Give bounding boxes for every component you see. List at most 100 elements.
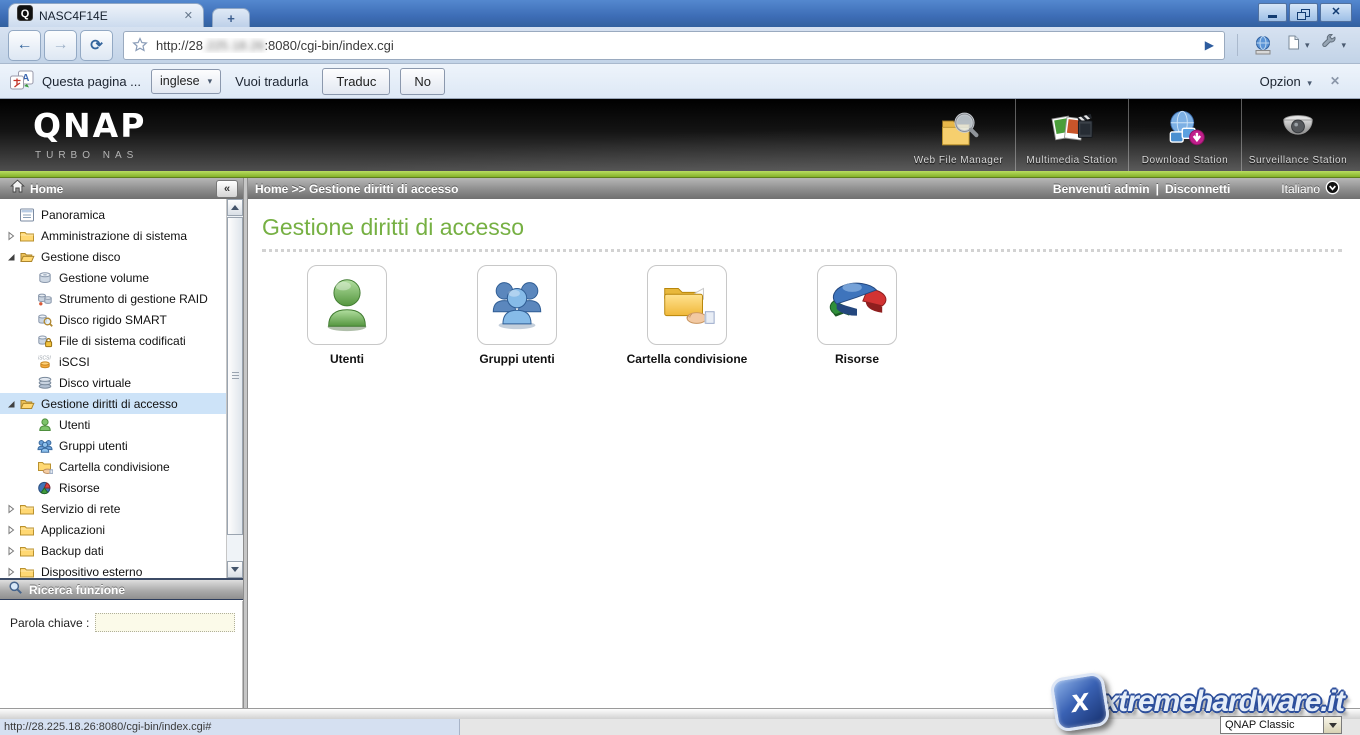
tree-item-label: iSCSI <box>59 355 90 369</box>
back-button[interactable]: ← <box>8 30 41 61</box>
keyword-label: Parola chiave : <box>10 616 89 630</box>
collapse-sidebar-button[interactable]: « <box>216 180 238 198</box>
scroll-down-button[interactable] <box>227 561 243 578</box>
station-download-station[interactable]: Download Station <box>1128 99 1241 171</box>
tree-item-gestione-disco[interactable]: Gestione disco <box>0 246 232 267</box>
close-button[interactable]: ✕ <box>1320 3 1352 22</box>
title-divider <box>262 248 1342 252</box>
station-surveillance-station[interactable]: Surveillance Station <box>1241 99 1354 171</box>
new-tab-button[interactable]: + <box>212 8 250 28</box>
language-label: Italiano <box>1281 182 1320 196</box>
reload-button[interactable]: ⟳ <box>80 30 113 61</box>
keyword-input[interactable] <box>95 613 235 632</box>
watermark: x xtremehardware.it <box>1053 675 1344 729</box>
tree-item-servizio-di-rete[interactable]: Servizio di rete <box>0 498 232 519</box>
address-bar[interactable]: http://28.225.18.26:8080/cgi-bin/index.c… <box>123 31 1225 60</box>
collapse-icon: « <box>224 183 230 195</box>
shortcut-cartella-condivisione[interactable] <box>647 265 727 345</box>
station-multimedia-station[interactable]: Multimedia Station <box>1015 99 1128 171</box>
qnap-logo-subtext: TURBO NAS <box>35 150 146 161</box>
tree-item-label: Applicazioni <box>41 523 105 537</box>
tree-item-iscsi[interactable]: iSCSIiSCSI <box>0 351 243 372</box>
infobar-close-icon[interactable]: ✕ <box>1330 74 1340 88</box>
tree-item-dispositivo-esterno[interactable]: Dispositivo esterno <box>0 561 232 578</box>
surveillance-station-icon <box>1276 107 1320 153</box>
collapsed-arrow-icon[interactable] <box>6 231 19 241</box>
collapsed-arrow-icon[interactable] <box>6 546 19 556</box>
status-url: http://28.225.18.26:8080/cgi-bin/index.c… <box>0 721 211 733</box>
tree-item-disco-virtuale[interactable]: Disco virtuale <box>0 372 243 393</box>
status-url-bubble: http://28.225.18.26:8080/cgi-bin/index.c… <box>0 719 460 735</box>
collapsed-arrow-icon[interactable] <box>6 504 19 514</box>
tree-item-label: Strumento di gestione RAID <box>59 292 208 306</box>
window-titlebar: Q NASC4F14E ✕ + ✕ <box>0 0 1360 27</box>
tools-menu-button[interactable]: ▾ <box>1321 34 1346 56</box>
browser-tab[interactable]: Q NASC4F14E ✕ <box>8 3 204 27</box>
tree-item-label: Panoramica <box>41 208 105 222</box>
tree-item-strumento-di-gestione-raid[interactable]: Strumento di gestione RAID <box>0 288 243 309</box>
go-icon[interactable]: ▶ <box>1205 38 1214 52</box>
xtremehardware-badge-icon: x <box>1049 671 1111 733</box>
tree-item-cartella-condivisione[interactable]: Cartella condivisione <box>0 456 243 477</box>
wrench-icon <box>1321 34 1338 56</box>
forward-button[interactable]: → <box>44 30 77 61</box>
quota-icon <box>37 480 54 496</box>
collapsed-arrow-icon[interactable] <box>6 525 19 535</box>
tree-item-label: Gruppi utenti <box>59 439 128 453</box>
tree-item-panoramica[interactable]: Panoramica <box>0 204 232 225</box>
scroll-up-button[interactable] <box>227 199 243 216</box>
station-label: Web File Manager <box>914 155 1004 166</box>
shortcut-utenti[interactable] <box>307 265 387 345</box>
shortcut-risorse[interactable] <box>817 265 897 345</box>
tree-item-gestione-diritti-di-accesso[interactable]: Gestione diritti di accesso <box>0 393 232 414</box>
shared-folder-icon <box>37 459 54 475</box>
tree-item-utenti[interactable]: Utenti <box>0 414 243 435</box>
tree-item-gestione-volume[interactable]: Gestione volume <box>0 267 243 288</box>
page-menu-button[interactable]: ▾ <box>1285 34 1310 56</box>
sidebar-scrollbar[interactable] <box>226 199 243 578</box>
options-menu[interactable]: Opzion ▾ <box>1260 74 1312 89</box>
folder-open-icon <box>19 396 36 412</box>
expanded-arrow-icon[interactable] <box>6 252 19 262</box>
translate-page-icon[interactable] <box>1253 35 1273 55</box>
tree-item-label: Amministrazione di sistema <box>41 229 187 243</box>
language-dropdown[interactable]: Italiano <box>1281 180 1340 198</box>
separator: | <box>1156 182 1159 196</box>
station-label: Multimedia Station <box>1026 155 1117 166</box>
no-button[interactable]: No <box>400 68 445 95</box>
scrollbar-thumb[interactable] <box>227 217 243 535</box>
tree-item-label: Gestione diritti di accesso <box>41 397 178 411</box>
tree-item-label: Dispositivo esterno <box>41 565 142 579</box>
tree-item-amministrazione-di-sistema[interactable]: Amministrazione di sistema <box>0 225 232 246</box>
expanded-arrow-icon[interactable] <box>6 399 19 409</box>
language-select[interactable]: inglese ▾ <box>151 69 221 94</box>
tree-item-backup-dati[interactable]: Backup dati <box>0 540 232 561</box>
tree-item-gruppi-utenti[interactable]: Gruppi utenti <box>0 435 243 456</box>
restore-icon <box>1301 9 1310 17</box>
web-file-manager-icon <box>937 107 981 153</box>
tree-item-applicazioni[interactable]: Applicazioni <box>0 519 232 540</box>
users-icon <box>486 272 548 339</box>
station-web-file-manager[interactable]: Web File Manager <box>902 99 1015 171</box>
tree-item-risorse[interactable]: Risorse <box>0 477 243 498</box>
tree-item-file-di-sistema-codificati[interactable]: File di sistema codificati <box>0 330 243 351</box>
bookmark-star-icon[interactable] <box>132 37 148 53</box>
collapsed-arrow-icon[interactable] <box>6 567 19 577</box>
tree-item-label: Backup dati <box>41 544 104 558</box>
restore-button[interactable] <box>1289 3 1318 22</box>
logout-link[interactable]: Disconnetti <box>1165 182 1230 196</box>
green-accent-strip <box>0 171 1360 178</box>
translate-icon: A <box>10 70 34 93</box>
tab-close-icon[interactable]: ✕ <box>182 9 195 22</box>
url-blurred-segment: .225.18.26 <box>203 38 264 53</box>
encrypted-icon <box>37 333 54 349</box>
shortcut-gruppi-utenti[interactable] <box>477 265 557 345</box>
folder-closed-icon <box>19 522 36 538</box>
tree-item-label: File di sistema codificati <box>59 334 186 348</box>
minimize-button[interactable] <box>1258 3 1287 22</box>
close-icon: ✕ <box>1331 7 1340 18</box>
plus-icon: + <box>227 11 235 26</box>
translate-button[interactable]: Traduc <box>322 68 390 95</box>
tree-item-disco-rigido-smart[interactable]: Disco rigido SMART <box>0 309 243 330</box>
reload-icon: ⟳ <box>90 36 103 54</box>
